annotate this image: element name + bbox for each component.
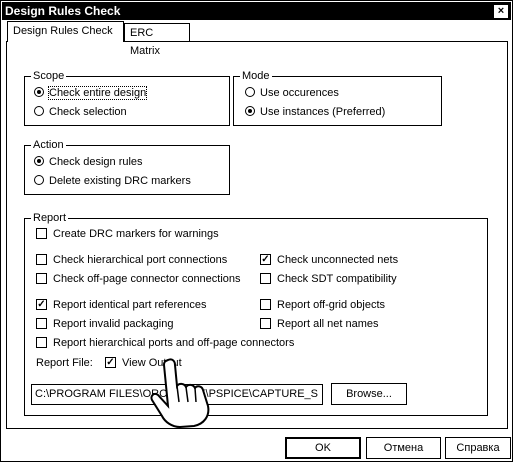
scope-option-selection[interactable]: Check selection <box>34 105 127 120</box>
help-button[interactable]: Справка <box>445 437 511 459</box>
radio-selected-icon[interactable] <box>34 156 44 167</box>
report-hierarchical-ports-checkbox[interactable]: Report hierarchical ports and off-page c… <box>36 336 294 351</box>
action-option-label: Check design rules <box>49 156 143 168</box>
checkbox-empty-icon[interactable] <box>36 253 47 265</box>
tab-panel: Scope Check entire design Check selectio… <box>6 41 508 429</box>
check-hierarchical-port-checkbox[interactable]: Check hierarchical port connections <box>36 253 227 268</box>
radio-selected-icon[interactable] <box>245 106 255 117</box>
checkbox-checked-icon[interactable]: ✓ <box>36 298 47 310</box>
checkbox-empty-icon[interactable] <box>260 317 271 329</box>
radio-empty-icon[interactable] <box>34 175 44 186</box>
report-identical-references-checkbox[interactable]: ✓ Report identical part references <box>36 298 206 313</box>
report-invalid-packaging-checkbox[interactable]: Report invalid packaging <box>36 317 173 332</box>
report-off-grid-checkbox[interactable]: Report off-grid objects <box>260 298 385 313</box>
checkbox-checked-icon[interactable]: ✓ <box>260 253 271 265</box>
action-option-check-rules[interactable]: Check design rules <box>34 155 143 170</box>
action-option-label: Delete existing DRC markers <box>49 175 191 187</box>
report-file-label: Report File: <box>36 357 93 369</box>
hand-pointer-icon <box>150 358 210 428</box>
mode-option-occurences[interactable]: Use occurences <box>245 86 339 101</box>
checkbox-empty-icon[interactable] <box>36 227 47 239</box>
checkbox-label: Check SDT compatibility <box>277 273 397 285</box>
checkbox-label: Create DRC markers for warnings <box>53 228 219 240</box>
window-title: Design Rules Check <box>5 4 121 18</box>
radio-selected-icon[interactable] <box>34 87 44 98</box>
scope-option-label: Check selection <box>49 106 127 118</box>
radio-empty-icon[interactable] <box>34 106 44 117</box>
check-sdt-compatibility-checkbox[interactable]: Check SDT compatibility <box>260 272 397 287</box>
scope-option-label: Check entire design <box>47 86 148 100</box>
checkbox-label: Report hierarchical ports and off-page c… <box>53 337 295 349</box>
checkbox-label: Check off-page connector connections <box>53 273 241 285</box>
create-drc-markers-checkbox[interactable]: Create DRC markers for warnings <box>36 227 219 242</box>
action-legend: Action <box>31 138 66 152</box>
title-bar: Design Rules Check × <box>2 2 511 20</box>
tab-erc-matrix[interactable]: ERC Matrix <box>124 23 190 57</box>
check-off-page-connector-checkbox[interactable]: Check off-page connector connections <box>36 272 241 287</box>
radio-empty-icon[interactable] <box>245 87 255 98</box>
check-unconnected-nets-checkbox[interactable]: ✓ Check unconnected nets <box>260 253 398 268</box>
ok-button[interactable]: OK <box>285 437 361 459</box>
checkbox-empty-icon[interactable] <box>260 272 271 284</box>
checkbox-checked-icon[interactable]: ✓ <box>105 356 116 368</box>
mode-group: Mode Use occurences Use instances (Prefe… <box>233 69 442 126</box>
browse-button[interactable]: Browse... <box>331 383 407 405</box>
checkbox-label: Check unconnected nets <box>277 254 399 266</box>
action-option-delete-markers[interactable]: Delete existing DRC markers <box>34 174 191 189</box>
mode-option-instances[interactable]: Use instances (Preferred) <box>245 105 385 120</box>
checkbox-empty-icon[interactable] <box>260 298 271 310</box>
checkbox-label: Report identical part references <box>53 299 207 311</box>
checkbox-label: Report all net names <box>277 318 379 330</box>
cancel-button[interactable]: Отмена <box>366 437 441 459</box>
checkbox-empty-icon[interactable] <box>36 336 47 348</box>
scope-option-entire-design[interactable]: Check entire design <box>34 86 148 101</box>
tab-design-rules-check[interactable]: Design Rules Check <box>7 21 124 42</box>
checkbox-label: Check hierarchical port connections <box>53 254 228 266</box>
scope-legend: Scope <box>31 69 67 83</box>
report-all-net-names-checkbox[interactable]: Report all net names <box>260 317 379 332</box>
mode-legend: Mode <box>240 69 272 83</box>
design-rules-check-dialog: Design Rules Check × Design Rules Check … <box>0 0 513 462</box>
close-button[interactable]: × <box>493 4 509 19</box>
mode-option-label: Use occurences <box>260 87 339 99</box>
mode-option-label: Use instances (Preferred) <box>260 106 386 118</box>
checkbox-empty-icon[interactable] <box>36 317 47 329</box>
scope-group: Scope Check entire design Check selectio… <box>24 69 230 126</box>
checkbox-label: Report off-grid objects <box>277 299 386 311</box>
checkbox-label: Report invalid packaging <box>53 318 174 330</box>
checkbox-empty-icon[interactable] <box>36 272 47 284</box>
action-group: Action Check design rules Delete existin… <box>24 138 230 195</box>
report-legend: Report <box>31 211 69 225</box>
